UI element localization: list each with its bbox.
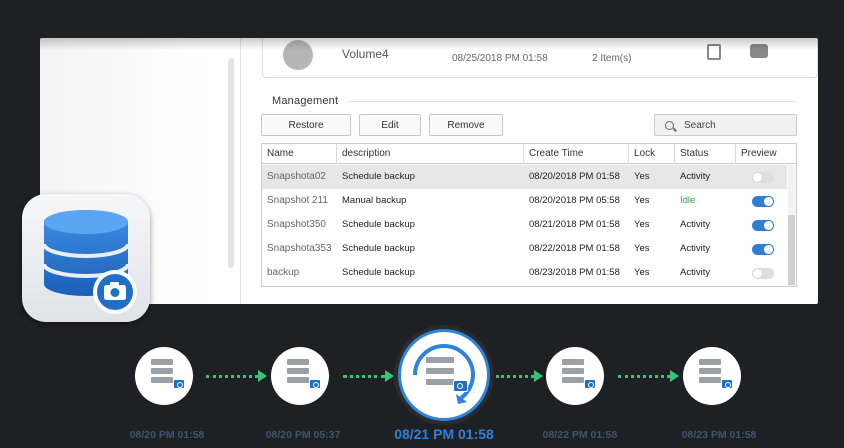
- search-input[interactable]: Search: [654, 114, 797, 136]
- cell-create-time: 08/22/2018 PM 01:58: [529, 243, 620, 254]
- cell-lock: Yes: [634, 171, 650, 182]
- timeline-arrow-2: [343, 370, 395, 382]
- cell-description: Manual backup: [342, 195, 407, 206]
- snapshot-app-icon: [22, 194, 150, 322]
- volume-time: 08/25/2018 PM 01:58: [452, 53, 548, 64]
- cell-lock: Yes: [634, 243, 650, 254]
- camera-icon: [453, 380, 468, 392]
- cell-name: Snapshot350: [267, 219, 326, 230]
- table-row[interactable]: Snapshota02 Schedule backup 08/20/2018 PM …: [262, 165, 787, 189]
- camera-icon: [584, 379, 596, 389]
- timeline-label-4: 08/22 PM 01:58: [542, 429, 618, 441]
- restore-button[interactable]: Restore: [261, 114, 351, 136]
- timeline-node-3-active[interactable]: [398, 329, 490, 421]
- timeline-node-2[interactable]: [271, 347, 329, 405]
- timeline-arrow-4: [618, 370, 680, 382]
- timeline-arrow-3: [496, 370, 544, 382]
- snapshot-manager-window: Volume4 08/25/2018 PM 01:58 2 Item(s) Ma…: [40, 38, 818, 304]
- timeline-label-5: 08/23 PM 01:58: [681, 429, 757, 441]
- cell-description: Schedule backup: [342, 267, 415, 278]
- cell-status: Activity: [680, 219, 711, 230]
- timeline-node-5[interactable]: [683, 347, 741, 405]
- cell-description: Schedule backup: [342, 219, 415, 230]
- cell-create-time: 08/21/2018 PM 01:58: [529, 219, 620, 230]
- preview-toggle[interactable]: [752, 172, 774, 183]
- column-header-preview[interactable]: Preview: [736, 144, 796, 164]
- preview-toggle[interactable]: [752, 220, 774, 231]
- timeline-label-2: 08/20 PM 05:37: [265, 429, 341, 441]
- timeline-label-3: 08/21 PM 01:58: [394, 426, 494, 442]
- cell-lock: Yes: [634, 219, 650, 230]
- cell-lock: Yes: [634, 267, 650, 278]
- cell-description: Schedule backup: [342, 243, 415, 254]
- top-fade: [0, 0, 844, 50]
- cell-create-time: 08/20/2018 PM 05:58: [529, 195, 620, 206]
- volume-item-count: 2 Item(s): [592, 53, 632, 64]
- toggle-knob: [764, 221, 773, 230]
- management-divider: [348, 101, 796, 102]
- table-row[interactable]: backup Schedule backup 08/23/2018 PM 01:58…: [262, 261, 787, 285]
- management-title: Management: [272, 95, 339, 107]
- timeline-node-4[interactable]: [546, 347, 604, 405]
- search-placeholder: Search: [684, 119, 716, 131]
- cell-create-time: 08/23/2018 PM 01:58: [529, 267, 620, 278]
- table-scrollbar[interactable]: [788, 165, 795, 286]
- column-header-lock[interactable]: Lock: [629, 144, 675, 164]
- toggle-knob: [753, 173, 762, 182]
- timeline-label-1: 08/20 PM 01:58: [129, 429, 205, 441]
- cell-status: Idle: [680, 195, 696, 206]
- camera-icon: [173, 379, 185, 389]
- refresh-icon: [413, 344, 475, 404]
- cell-lock: Yes: [634, 195, 650, 206]
- cell-status: Activity: [680, 243, 711, 254]
- snapshot-table: Name description Create Time Lock Status…: [261, 143, 797, 287]
- search-icon: [665, 120, 674, 130]
- toggle-knob: [764, 197, 773, 206]
- cell-description: Schedule backup: [342, 171, 415, 182]
- cell-create-time: 08/20/2018 PM 01:58: [529, 171, 620, 182]
- camera-icon: [721, 379, 733, 389]
- cell-status: Activity: [680, 171, 711, 182]
- column-header-status[interactable]: Status: [675, 144, 736, 164]
- cell-status: Activity: [680, 267, 711, 278]
- column-header-create-time[interactable]: Create Time: [524, 144, 629, 164]
- table-scrollbar-thumb[interactable]: [788, 215, 795, 285]
- toggle-knob: [764, 245, 773, 254]
- table-row[interactable]: Snapshot350 Schedule backup 08/21/2018 PM …: [262, 213, 787, 237]
- timeline-node-1[interactable]: [135, 347, 193, 405]
- preview-toggle[interactable]: [752, 244, 774, 255]
- cell-name: Snapshota353: [267, 243, 332, 254]
- preview-toggle[interactable]: [752, 268, 774, 279]
- edit-button[interactable]: Edit: [359, 114, 421, 136]
- table-row[interactable]: Snapshot 211 Manual backup 08/20/2018 PM 0…: [262, 189, 787, 213]
- camera-icon: [309, 379, 321, 389]
- database-icon: [42, 210, 137, 314]
- preview-toggle[interactable]: [752, 196, 774, 207]
- timeline-arrow-1: [206, 370, 268, 382]
- table-header: Name description Create Time Lock Status…: [262, 144, 796, 164]
- toggle-knob: [753, 269, 762, 278]
- panel-divider: [240, 38, 241, 304]
- table-row[interactable]: Snapshota353 Schedule backup 08/22/2018 PM…: [262, 237, 787, 261]
- column-header-description[interactable]: description: [337, 144, 524, 164]
- column-header-name[interactable]: Name: [262, 144, 337, 164]
- cell-name: Snapshot 211: [267, 195, 328, 206]
- cell-name: Snapshota02: [267, 171, 326, 182]
- cell-name: backup: [267, 267, 300, 278]
- remove-button[interactable]: Remove: [429, 114, 503, 136]
- sidebar-scrollbar[interactable]: [228, 58, 234, 268]
